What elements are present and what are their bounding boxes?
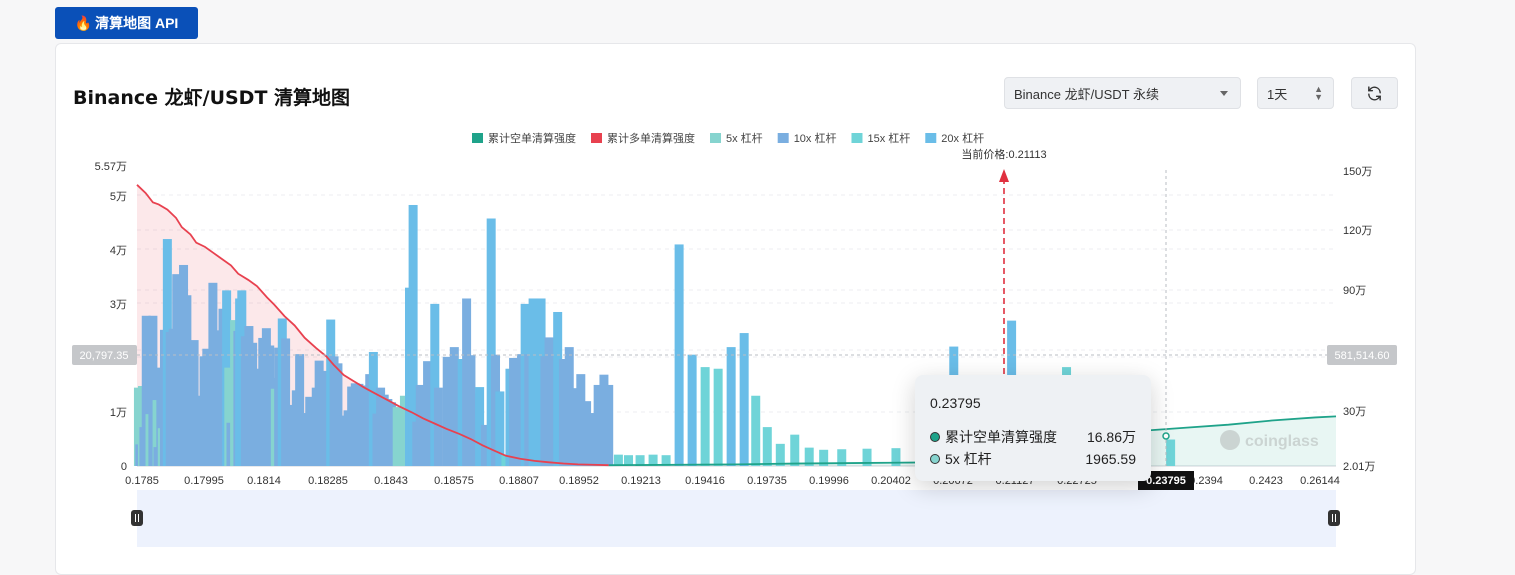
zoom-handle[interactable] — [1328, 510, 1340, 526]
x-axis-tick: 0.26144 — [1300, 475, 1340, 487]
left-axis-tick: 1万 — [110, 407, 127, 419]
x-axis-tick: 0.17995 — [184, 475, 224, 487]
x-axis-tick: 0.1785 — [125, 475, 159, 487]
x-axis-tick: 0.2423 — [1249, 475, 1283, 487]
right-axis-tick: 90万 — [1343, 285, 1366, 297]
tooltip-row-label: 累计空单清算强度 — [945, 429, 1057, 445]
legend-swatch — [591, 133, 602, 143]
watermark: coinglass — [1245, 433, 1319, 450]
zoom-handle[interactable] — [131, 510, 143, 526]
legend-item: 15x 杠杆 — [867, 131, 910, 145]
tooltip-row-5x: 5x 杠杆 1965.59 — [930, 449, 1136, 469]
x-axis-tick: 0.19996 — [809, 475, 849, 487]
x-axis-tick: 0.18807 — [499, 475, 539, 487]
chart-legend: 累计空单清算强度 累计多单清算强度 5x 杠杆 10x 杠杆 15x 杠杆 20x 杠杆 — [472, 131, 984, 145]
crosshair-right-value: 581,514.60 — [1334, 350, 1389, 362]
tooltip-row-value: 16.86万 — [1086, 429, 1136, 445]
crosshair-left-value: 20,797.35 — [80, 350, 129, 362]
bar-15x — [700, 367, 710, 466]
left-axis-tick: 4万 — [110, 245, 127, 257]
x-axis-tick: 0.18575 — [434, 475, 474, 487]
legend-item: 10x 杠杆 — [794, 131, 837, 145]
tooltip-row-value: 1965.59 — [1085, 451, 1136, 467]
bar-15x — [762, 427, 772, 466]
current-price-label: 当前价格:0.21113 — [961, 147, 1046, 161]
tooltip-price: 0.23795 — [930, 395, 981, 411]
x-axis-tick: 0.19213 — [621, 475, 661, 487]
crosshair-point — [1162, 432, 1170, 440]
zoom-slider-track — [137, 490, 1336, 547]
chart-tooltip: 0.23795 累计空单清算强度 16.86万 5x 杠杆 1965.59 — [915, 375, 1151, 481]
tooltip-row-label: 5x 杠杆 — [945, 451, 992, 467]
bar-20x — [739, 333, 749, 466]
x-axis-tick: 0.1843 — [374, 475, 408, 487]
legend-swatch — [851, 133, 863, 143]
right-axis-tick: 120万 — [1343, 225, 1372, 237]
right-axis-tick: 150万 — [1343, 166, 1372, 178]
legend-swatch — [710, 133, 721, 143]
legend-item: 20x 杠杆 — [941, 131, 984, 145]
bar-20x — [687, 354, 697, 466]
x-axis-tick: 0.19735 — [747, 475, 787, 487]
coinglass-logo-icon — [1220, 430, 1240, 450]
x-axis-tick: 0.1814 — [247, 475, 281, 487]
bar-10x — [604, 384, 614, 466]
legend-item: 5x 杠杆 — [726, 131, 763, 145]
x-axis-tick: 0.18285 — [308, 475, 348, 487]
tooltip-dot — [930, 454, 940, 464]
legend-item: 累计多单清算强度 — [607, 131, 695, 145]
bar-15x — [790, 434, 800, 466]
left-axis-tick: 3万 — [110, 299, 127, 311]
left-axis-tick: 5.57万 — [95, 161, 127, 173]
tooltip-row-short: 累计空单清算强度 16.86万 — [930, 427, 1136, 447]
right-axis-tick: 30万 — [1343, 406, 1366, 418]
x-axis-tick: 0.19416 — [685, 475, 725, 487]
legend-swatch — [925, 133, 937, 143]
legend-swatch — [472, 133, 483, 143]
bar-15x — [1166, 439, 1176, 466]
crosshair-x-value: 0.23795 — [1146, 475, 1186, 487]
bar-20x — [726, 347, 736, 466]
legend-item: 累计空单清算强度 — [488, 131, 576, 145]
bar-15x — [751, 395, 761, 466]
liquidation-chart: 累计空单清算强度 累计多单清算强度 5x 杠杆 10x 杠杆 15x 杠杆 20x 杠杆 … — [72, 131, 1397, 547]
right-axis-tick: 2.01万 — [1343, 461, 1375, 473]
tooltip-dot — [930, 432, 940, 442]
left-axis-tick: 5万 — [110, 191, 127, 203]
bar-15x — [775, 443, 785, 466]
x-axis-tick: 0.20402 — [871, 475, 911, 487]
legend-swatch — [777, 133, 789, 143]
left-axis-tick: 0 — [121, 461, 127, 473]
x-axis-tick: 0.2394 — [1189, 475, 1223, 487]
x-axis-tick: 0.18952 — [559, 475, 599, 487]
current-price-arrow — [999, 169, 1009, 182]
bar-15x — [713, 368, 723, 466]
